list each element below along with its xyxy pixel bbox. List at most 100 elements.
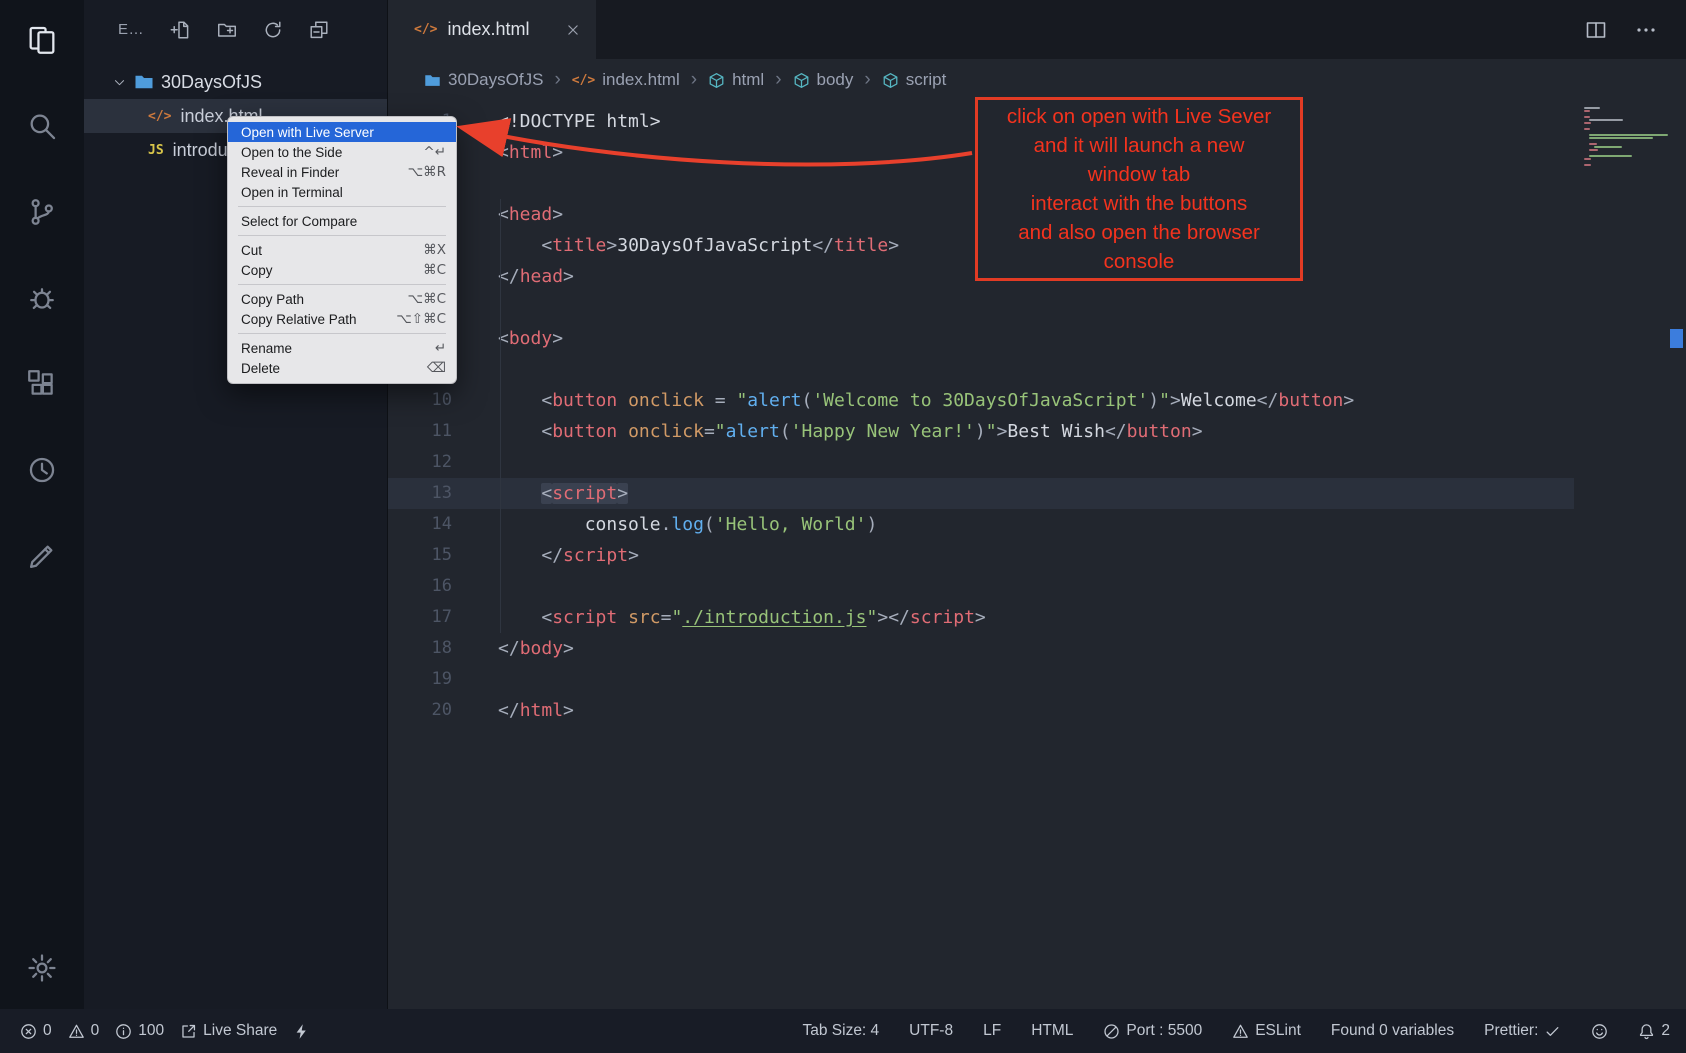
- code-token: >: [628, 545, 639, 566]
- extensions-icon[interactable]: [24, 366, 60, 402]
- new-file-icon[interactable]: [170, 19, 192, 41]
- status-prettier[interactable]: Prettier:: [1484, 1022, 1561, 1040]
- split-editor-icon[interactable]: [1584, 18, 1608, 42]
- tree-root-folder[interactable]: 30DaysOfJS: [84, 65, 387, 99]
- line-content[interactable]: <title>30DaysOfJavaScript</title>: [452, 230, 899, 261]
- status-html[interactable]: HTML: [1031, 1022, 1073, 1040]
- line-content[interactable]: [452, 292, 498, 323]
- run-debug-icon[interactable]: [24, 280, 60, 316]
- line-content[interactable]: [452, 447, 498, 478]
- status-lf[interactable]: LF: [983, 1022, 1001, 1040]
- code-token: head: [509, 204, 552, 225]
- breadcrumb-item-index-html[interactable]: </>index.html: [572, 70, 680, 90]
- line-content[interactable]: [452, 354, 498, 385]
- menu-item-copy-relative-path[interactable]: Copy Relative Path⌥⇧⌘C: [228, 309, 456, 329]
- line-content[interactable]: </body>: [452, 633, 574, 664]
- status-found-0-variables[interactable]: Found 0 variables: [1331, 1022, 1454, 1040]
- line-content[interactable]: </html>: [452, 695, 574, 726]
- line-content[interactable]: <button onclick="alert('Happy New Year!'…: [452, 416, 1203, 447]
- status-0[interactable]: 0: [68, 1022, 100, 1040]
- menu-item-open-to-the-side[interactable]: Open to the Side^↵: [228, 142, 456, 162]
- menu-item-select-for-compare[interactable]: Select for Compare: [228, 211, 456, 231]
- line-content[interactable]: [452, 664, 498, 695]
- refresh-icon[interactable]: [262, 19, 284, 41]
- breadcrumb-item-html[interactable]: html: [708, 70, 764, 90]
- more-actions-icon[interactable]: [1634, 18, 1658, 42]
- code-token: src: [628, 607, 661, 628]
- breadcrumb-item-body[interactable]: body: [793, 70, 854, 90]
- annotation-line: window tab: [1088, 160, 1191, 189]
- status-eslint[interactable]: ESLint: [1232, 1022, 1301, 1040]
- status-smiley[interactable]: [1591, 1023, 1608, 1040]
- status-0[interactable]: 0: [20, 1022, 52, 1040]
- status-lightning[interactable]: [293, 1023, 310, 1040]
- minimap-line: [1589, 137, 1653, 139]
- line-content[interactable]: <head>: [452, 199, 563, 230]
- minimap-line: [1589, 134, 1668, 136]
- settings-icon[interactable]: [24, 950, 60, 986]
- status-port-5500[interactable]: Port : 5500: [1103, 1022, 1202, 1040]
- line-number: 19: [388, 664, 452, 695]
- menu-item-open-with-live-server[interactable]: Open with Live Server: [228, 122, 456, 142]
- menu-item-copy-path[interactable]: Copy Path⌥⌘C: [228, 289, 456, 309]
- status-2[interactable]: 2: [1638, 1022, 1670, 1040]
- smiley-icon: [1591, 1023, 1608, 1040]
- menu-item-label: Open with Live Server: [241, 125, 374, 140]
- minimap-line: [1584, 158, 1591, 160]
- breadcrumb-item-script[interactable]: script: [882, 70, 947, 90]
- code-token: >: [888, 235, 899, 256]
- minimap-line: [1584, 128, 1590, 130]
- line-content[interactable]: <!DOCTYPE html>: [452, 106, 661, 137]
- line-content[interactable]: <script>: [452, 478, 628, 509]
- breadcrumb-item-30daysofjs[interactable]: 30DaysOfJS: [424, 70, 543, 90]
- code-token: ": [1159, 390, 1170, 411]
- code-token: ): [1148, 390, 1159, 411]
- line-content[interactable]: <body>: [452, 323, 563, 354]
- status-100[interactable]: 100: [115, 1022, 164, 1040]
- feedback-icon[interactable]: [24, 538, 60, 574]
- code-token: [498, 514, 585, 535]
- line-content[interactable]: [452, 571, 498, 602]
- status-label: UTF-8: [909, 1022, 953, 1040]
- line-content[interactable]: </script>: [452, 540, 639, 571]
- code-line: 19: [388, 664, 1686, 695]
- line-content[interactable]: <script src="./introduction.js"></script…: [452, 602, 986, 633]
- code-line: 20</html>: [388, 695, 1686, 726]
- new-folder-icon[interactable]: [216, 19, 238, 41]
- code-line: 7: [388, 292, 1686, 323]
- collapse-all-icon[interactable]: [308, 19, 330, 41]
- status-label: Port : 5500: [1126, 1022, 1202, 1040]
- code-token: Best Wish: [1007, 421, 1105, 442]
- search-icon[interactable]: [24, 108, 60, 144]
- status-live-share[interactable]: Live Share: [180, 1022, 277, 1040]
- code-token: >: [606, 235, 617, 256]
- tab-index-html[interactable]: </> index.html: [388, 0, 596, 59]
- code-token: button: [1278, 390, 1343, 411]
- menu-item-reveal-in-finder[interactable]: Reveal in Finder⌥⌘R: [228, 162, 456, 182]
- menu-item-copy[interactable]: Copy⌘C: [228, 260, 456, 280]
- source-control-icon[interactable]: [24, 194, 60, 230]
- line-content[interactable]: </head>: [452, 261, 574, 292]
- info-icon: [115, 1023, 132, 1040]
- code-token: body: [520, 638, 563, 659]
- folder-icon: [424, 72, 441, 89]
- menu-item-cut[interactable]: Cut⌘X: [228, 240, 456, 260]
- tab-close-icon[interactable]: [564, 21, 582, 39]
- lightning-icon: [293, 1023, 310, 1040]
- minimap[interactable]: [1584, 107, 1676, 167]
- status-utf-8[interactable]: UTF-8: [909, 1022, 953, 1040]
- code-token: body: [509, 328, 552, 349]
- line-content[interactable]: <button onclick = "alert('Welcome to 30D…: [452, 385, 1354, 416]
- live-share-icon[interactable]: [24, 452, 60, 488]
- line-content[interactable]: <html>: [452, 137, 563, 168]
- line-number: 13: [388, 478, 452, 509]
- menu-item-shortcut: ⌘C: [423, 262, 446, 278]
- minimap-line: [1589, 149, 1598, 151]
- explorer-icon[interactable]: [24, 22, 60, 58]
- menu-item-open-in-terminal[interactable]: Open in Terminal: [228, 182, 456, 202]
- menu-item-delete[interactable]: Delete⌫: [228, 358, 456, 378]
- status-tab-size-4[interactable]: Tab Size: 4: [802, 1022, 879, 1040]
- menu-item-rename[interactable]: Rename↵: [228, 338, 456, 358]
- line-content[interactable]: [452, 168, 498, 199]
- line-content[interactable]: console.log('Hello, World'): [452, 509, 877, 540]
